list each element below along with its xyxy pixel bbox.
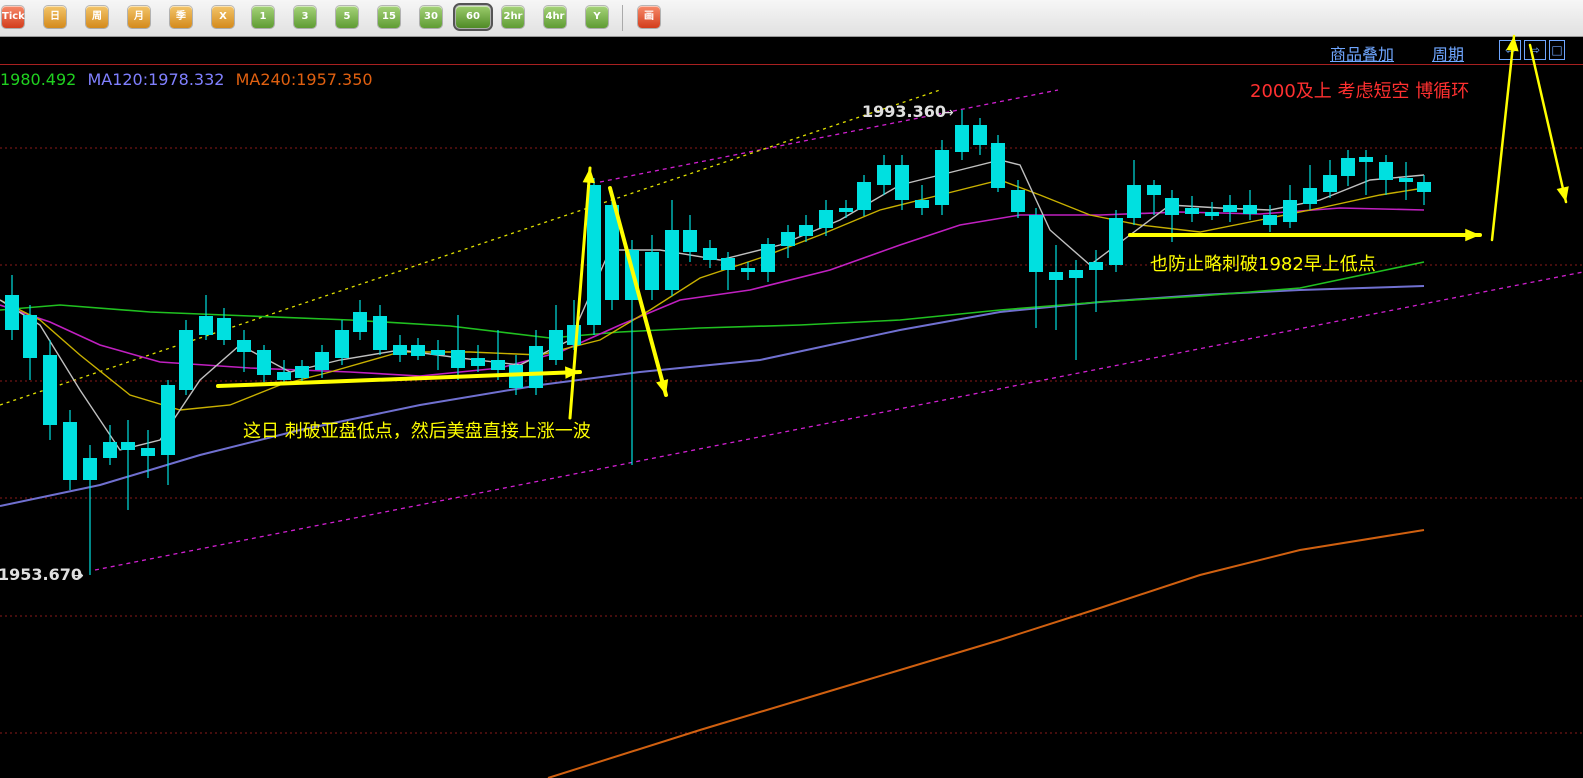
candle-body-down bbox=[277, 372, 291, 380]
candle-body-down bbox=[665, 230, 679, 290]
candle-body-down bbox=[103, 442, 117, 458]
yellow-trend-line bbox=[0, 89, 941, 406]
candle-body-down bbox=[1049, 272, 1063, 280]
candle-body-down bbox=[935, 150, 949, 205]
candle-body-down bbox=[1263, 215, 1277, 225]
candle-body-down bbox=[411, 345, 425, 356]
candle-body-down bbox=[471, 358, 485, 366]
candle-body-down bbox=[141, 448, 155, 456]
candle-body-down bbox=[895, 165, 909, 200]
candle-body-down bbox=[491, 360, 505, 370]
low-price-mark: 1953.670 bbox=[0, 565, 82, 584]
arrow-down-right-head bbox=[1556, 186, 1569, 202]
candle-body-down bbox=[373, 316, 387, 350]
candle-body-down bbox=[1323, 175, 1337, 192]
candle-body-down bbox=[179, 330, 193, 390]
candle-body-down bbox=[5, 295, 19, 330]
candle-body-down bbox=[1109, 218, 1123, 265]
candle-body-down bbox=[121, 442, 135, 450]
candle-body-down bbox=[549, 330, 563, 360]
candle-body-down bbox=[761, 244, 775, 272]
candle-body-down bbox=[199, 316, 213, 335]
candle-body-down bbox=[781, 232, 795, 246]
candle-body-down bbox=[315, 352, 329, 370]
arrow-down-right bbox=[1528, 43, 1568, 204]
arrow-up-right bbox=[1490, 34, 1516, 242]
candle-body-down bbox=[1243, 205, 1257, 214]
candle-body-down bbox=[1399, 178, 1413, 182]
candle-body-down bbox=[1185, 208, 1199, 214]
candle-body-down bbox=[353, 312, 367, 332]
candle-body-down bbox=[955, 125, 969, 152]
candle-body-down bbox=[431, 350, 445, 355]
candle-body-down bbox=[741, 268, 755, 272]
candle-body-down bbox=[1303, 188, 1317, 204]
candle-body-down bbox=[915, 200, 929, 208]
candle-body-down bbox=[703, 248, 717, 260]
candle-body-down bbox=[1069, 270, 1083, 278]
candle-body-down bbox=[451, 350, 465, 368]
candle-body-down bbox=[991, 143, 1005, 188]
candle-body-down bbox=[1417, 182, 1431, 192]
candle-body-down bbox=[63, 422, 77, 480]
candle-body-down bbox=[1341, 158, 1355, 176]
candle-body-down bbox=[857, 182, 871, 210]
candle-body-down bbox=[1089, 262, 1103, 270]
annotation-short-plan: 2000及上 考虑短空 博循环 bbox=[1250, 81, 1470, 102]
arrow-right-right-head bbox=[1465, 228, 1480, 242]
candle-body-down bbox=[587, 185, 601, 325]
candle-body-down bbox=[819, 210, 833, 228]
arrow-up-right-head bbox=[1506, 36, 1519, 52]
candle-body-down bbox=[839, 208, 853, 212]
candlestick-chart[interactable]: 1993.360 → 1953.670 → bbox=[0, 0, 1583, 778]
candle-body-down bbox=[877, 165, 891, 185]
candle-body-down bbox=[645, 252, 659, 290]
high-mark-arrow-icon: → bbox=[942, 105, 954, 121]
candle-body-down bbox=[799, 225, 813, 236]
low-mark-arrow-icon: → bbox=[72, 568, 84, 584]
candle-body-down bbox=[335, 330, 349, 358]
high-price-mark: 1993.360 bbox=[862, 102, 946, 121]
candle-body-down bbox=[237, 340, 251, 352]
candle-body-down bbox=[721, 258, 735, 270]
candle-body-down bbox=[217, 318, 231, 340]
upper-channel-line bbox=[599, 89, 1059, 183]
candle-body-down bbox=[1379, 162, 1393, 180]
candle-body-down bbox=[23, 315, 37, 358]
candle-body-down bbox=[43, 355, 57, 425]
annotation-day-note: 这日 刺破亚盘低点，然后美盘直接上涨一波 bbox=[243, 421, 591, 442]
candle-body-down bbox=[295, 366, 309, 378]
candle-body-down bbox=[1283, 200, 1297, 222]
candle-body-down bbox=[257, 350, 271, 375]
arrow-up-left-head bbox=[582, 168, 596, 184]
candle-body-down bbox=[1359, 157, 1373, 162]
candle-body-down bbox=[1147, 185, 1161, 195]
candle-body-down bbox=[83, 458, 97, 480]
candle-body-down bbox=[973, 125, 987, 145]
annotation-low-warning: 也防止略刺破1982早上低点 bbox=[1150, 254, 1376, 275]
candle-body-down bbox=[567, 325, 581, 345]
ma120-line bbox=[0, 285, 1425, 507]
candle-body-down bbox=[1011, 190, 1025, 212]
candle-body-down bbox=[1127, 185, 1141, 218]
candle-body-down bbox=[1165, 198, 1179, 215]
candle-body-down bbox=[529, 346, 543, 388]
candle-body-down bbox=[161, 385, 175, 455]
candle-body-down bbox=[393, 345, 407, 355]
ma240-line bbox=[547, 529, 1425, 778]
candle-body-down bbox=[1029, 215, 1043, 272]
candle-body-down bbox=[1205, 212, 1219, 216]
candle-body-down bbox=[683, 230, 697, 252]
candle-body-down bbox=[1223, 205, 1237, 212]
